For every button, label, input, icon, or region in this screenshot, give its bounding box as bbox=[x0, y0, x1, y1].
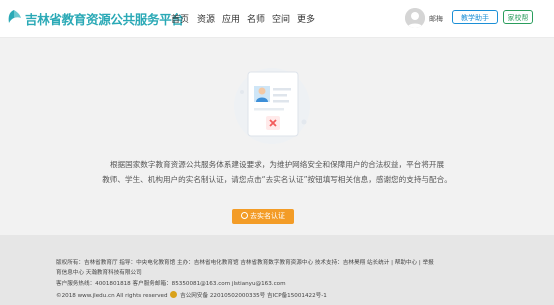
verification-notice: 根据国家数字教育资源公共服务体系建设要求，为维护网络安全和保障用户的合法权益，平… bbox=[40, 157, 514, 187]
site-logo[interactable]: 吉林省教育资源公共服务平台 bbox=[6, 8, 184, 28]
footer-copyright-line: 版权所有：吉林省教育厅 指导：中央电化教育馆 主办：吉林省电化教育馆 吉林省教育… bbox=[56, 260, 434, 266]
footer-contact-line: 客户服务热线：4001801818 客户服务邮箱：85350081@163.co… bbox=[56, 281, 286, 287]
verify-button-label: 去实名认证 bbox=[250, 212, 285, 220]
nav-item-apps[interactable]: 应用 bbox=[222, 12, 240, 25]
home-school-button[interactable]: 家校帮 bbox=[503, 10, 533, 24]
footer-org-line: 育信息中心 天瀚教育科技有限公司 bbox=[56, 270, 142, 276]
teaching-assistant-button[interactable]: 教学助手 bbox=[452, 10, 498, 24]
nav-item-teachers[interactable]: 名师 bbox=[247, 12, 265, 25]
nav-item-space[interactable]: 空间 bbox=[272, 12, 290, 25]
logo-text: 吉林省教育资源公共服务平台 bbox=[25, 12, 184, 27]
user-avatar-icon bbox=[405, 8, 425, 28]
check-circle-icon bbox=[241, 212, 248, 219]
username[interactable]: 邮梅 bbox=[429, 14, 443, 24]
nav-item-resources[interactable]: 资源 bbox=[197, 12, 215, 25]
police-badge-icon bbox=[170, 291, 178, 298]
avatar[interactable] bbox=[405, 8, 425, 28]
notice-line-2: 教师、学生、机构用户的实名制认证，请您点击“去实名认证”按钮填写相关信息，感谢您… bbox=[102, 175, 452, 184]
footer-icp[interactable]: 吉公网安备 22010502000335号 吉ICP备15001422号-1 bbox=[180, 293, 327, 299]
footer: 版权所有：吉林省教育厅 指导：中央电化教育馆 主办：吉林省电化教育馆 吉林省教育… bbox=[0, 235, 554, 305]
footer-icp-line: ©2018 www.jledu.cn All rights reserved 吉… bbox=[56, 291, 327, 299]
verify-identity-button[interactable]: 去实名认证 bbox=[232, 209, 294, 224]
logo-icon bbox=[8, 10, 21, 23]
nav-item-home[interactable]: 首页 bbox=[171, 12, 189, 25]
id-card-illustration bbox=[234, 68, 310, 144]
footer-rights: ©2018 www.jledu.cn All rights reserved bbox=[56, 293, 168, 299]
notice-line-1: 根据国家数字教育资源公共服务体系建设要求，为维护网络安全和保障用户的合法权益，平… bbox=[109, 160, 445, 169]
top-header: 吉林省教育资源公共服务平台 首页 资源 应用 名师 空间 更多 邮梅 教学助手 … bbox=[0, 0, 554, 38]
nav-item-more[interactable]: 更多 bbox=[297, 12, 315, 25]
